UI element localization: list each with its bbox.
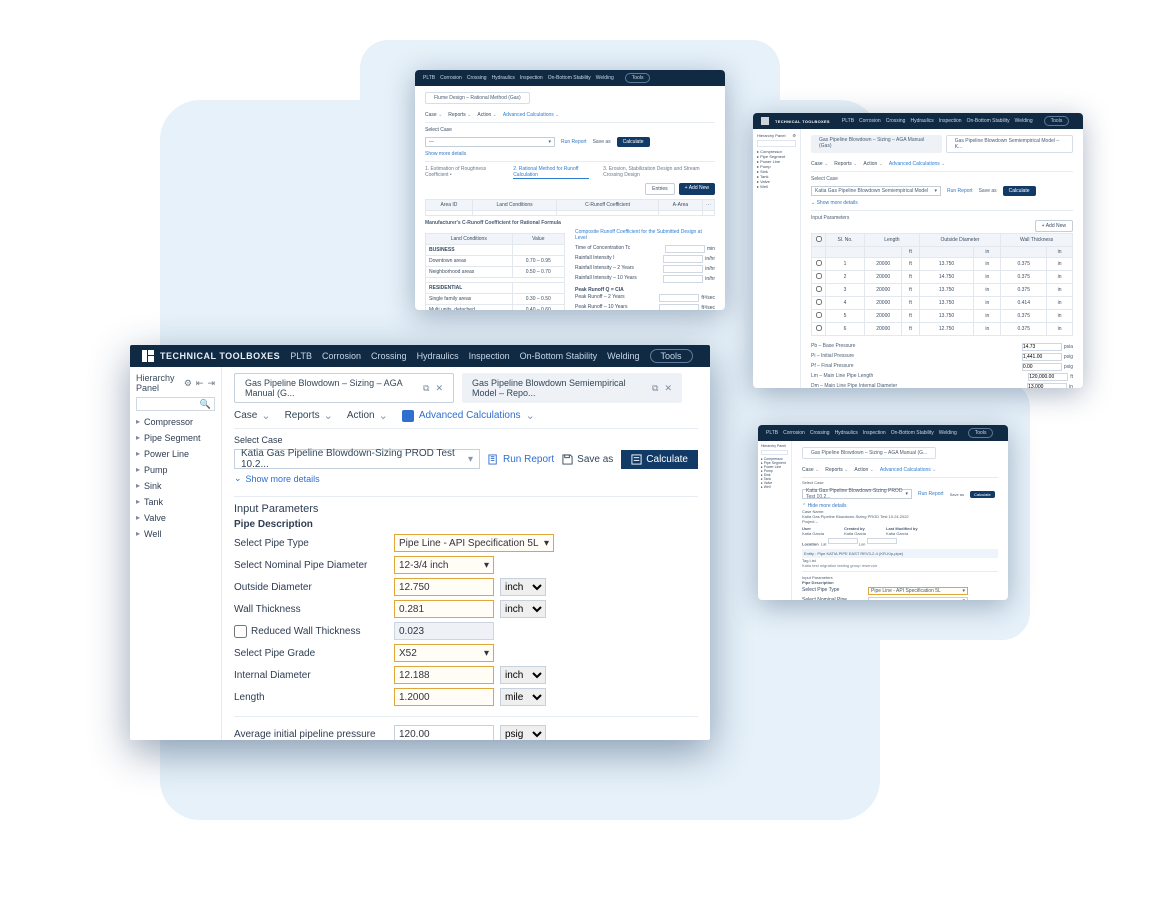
nav-onbottom[interactable]: On-Bottom Stability xyxy=(520,351,598,361)
case-menu[interactable]: Case xyxy=(234,409,271,422)
rwt-checkbox[interactable] xyxy=(234,625,247,638)
top-nav: PLTB Corrosion Crossing Hydraulics Inspe… xyxy=(290,351,639,361)
pipe-type-select[interactable]: Pipe Line - API Specification 5L▾ xyxy=(394,534,554,552)
copy-icon[interactable]: ⧉ xyxy=(652,383,658,394)
tree-pipesegment[interactable]: Pipe Segment xyxy=(136,430,215,446)
chevron-down-icon: ⌄ xyxy=(234,473,242,484)
gear-icon[interactable]: ⚙ xyxy=(184,378,192,389)
tree-valve[interactable]: Valve xyxy=(136,510,215,526)
nav-corrosion[interactable]: Corrosion xyxy=(322,351,361,361)
pipe-description-heading: Pipe Description xyxy=(234,519,698,530)
run-report-button[interactable]: Run Report xyxy=(488,454,554,465)
mini1-area-table: Area IDLand ConditionsC-Runoff Coefficie… xyxy=(425,199,715,216)
close-icon[interactable]: ✕ xyxy=(664,383,672,394)
select-case-label: Select Case xyxy=(234,435,698,445)
avgp-label: Average initial pipeline pressure xyxy=(234,729,394,740)
od-unit[interactable]: inch xyxy=(500,578,546,596)
length-label: Length xyxy=(234,692,394,703)
nav-crossing[interactable]: Crossing xyxy=(371,351,407,361)
hierarchy-search-input[interactable] xyxy=(136,397,215,411)
hierarchy-panel: Hierarchy Panel ⚙ ⇤ ⇥ 🔍 Compressor Pipe … xyxy=(130,367,222,740)
pipe-type-label: Select Pipe Type xyxy=(234,538,394,549)
advanced-calculations[interactable]: Advanced Calculations xyxy=(402,409,535,422)
copy-icon[interactable]: ⧉ xyxy=(423,383,429,394)
hierarchy-title: Hierarchy Panel xyxy=(136,373,184,393)
id-label: Internal Diameter xyxy=(234,670,394,681)
sparkle-icon xyxy=(402,410,414,422)
od-label: Outside Diameter xyxy=(234,582,394,593)
action-menu[interactable]: Action xyxy=(347,409,388,422)
wt-input[interactable] xyxy=(394,600,494,618)
wt-unit[interactable]: inch xyxy=(500,600,546,618)
length-input[interactable] xyxy=(394,688,494,706)
nav-welding[interactable]: Welding xyxy=(607,351,639,361)
show-more-details[interactable]: ⌄ Show more details xyxy=(234,469,698,490)
grade-select[interactable]: X52▾ xyxy=(394,644,494,662)
tree-powerline[interactable]: Power Line xyxy=(136,446,215,462)
app-header: TECHNICAL TOOLBOXES PLTB Corrosion Cross… xyxy=(130,345,710,367)
calculate-button[interactable]: Calculate xyxy=(621,450,698,469)
input-parameters-title: Input Parameters xyxy=(234,503,698,515)
reports-menu[interactable]: Reports xyxy=(285,409,333,422)
case-select[interactable]: Katia Gas Pipeline Blowdown-Sizing PROD … xyxy=(234,449,480,469)
nav-pltb[interactable]: PLTB xyxy=(290,351,312,361)
save-as-button[interactable]: Save as xyxy=(562,454,613,465)
close-icon[interactable]: ✕ xyxy=(435,383,443,394)
action-bar: Case Reports Action Advanced Calculation… xyxy=(234,409,698,422)
mini-header: PLTBCorrosionCrossingHydraulicsInspectio… xyxy=(415,70,725,86)
avgp-input[interactable] xyxy=(394,725,494,740)
tools-menu[interactable]: Tools xyxy=(650,349,693,363)
mini-window-semiempirical: TECHNICAL TOOLBOXES PLTBCorrosionCrossin… xyxy=(753,113,1083,388)
mini-window-flume: PLTBCorrosionCrossingHydraulicsInspectio… xyxy=(415,70,725,310)
id-input[interactable] xyxy=(394,666,494,684)
avgp-unit[interactable]: psig xyxy=(500,725,546,740)
nav-hydraulics[interactable]: Hydraulics xyxy=(417,351,459,361)
main-window: TECHNICAL TOOLBOXES PLTB Corrosion Cross… xyxy=(130,345,710,740)
tree-compressor[interactable]: Compressor xyxy=(136,414,215,430)
mini2-segments-table: Sl. No. Length Outside Diameter Wall Thi… xyxy=(811,233,1073,336)
tree-well[interactable]: Well xyxy=(136,526,215,542)
brand-logo: TECHNICAL TOOLBOXES xyxy=(142,350,280,362)
tab-aga-sizing[interactable]: Gas Pipeline Blowdown – Sizing – AGA Man… xyxy=(234,373,454,403)
collapse-icon[interactable]: ⇤ xyxy=(196,378,204,389)
nav-inspection[interactable]: Inspection xyxy=(469,351,510,361)
id-unit[interactable]: inch xyxy=(500,666,546,684)
od-input[interactable] xyxy=(394,578,494,596)
grade-label: Select Pipe Grade xyxy=(234,648,394,659)
wt-label: Wall Thickness xyxy=(234,604,394,615)
mini1-tab[interactable]: Flume Design – Rational Method (Gas) xyxy=(425,92,530,104)
nominal-dia-label: Select Nominal Pipe Diameter xyxy=(234,560,394,571)
mini-window-details: PLTBCorrosionCrossingHydraulicsInspectio… xyxy=(758,425,1008,600)
tree-tank[interactable]: Tank xyxy=(136,494,215,510)
tree-sink[interactable]: Sink xyxy=(136,478,215,494)
tree-pump[interactable]: Pump xyxy=(136,462,215,478)
expand-icon[interactable]: ⇥ xyxy=(207,378,215,389)
nominal-dia-select[interactable]: 12-3/4 inch▾ xyxy=(394,556,494,574)
rwt-label[interactable]: Reduced Wall Thickness xyxy=(234,625,394,638)
tab-semiempirical[interactable]: Gas Pipeline Blowdown Semiempirical Mode… xyxy=(462,373,682,403)
length-unit[interactable]: mile xyxy=(500,688,546,706)
rwt-input xyxy=(394,622,494,640)
content-area: Gas Pipeline Blowdown – Sizing – AGA Man… xyxy=(222,367,710,740)
